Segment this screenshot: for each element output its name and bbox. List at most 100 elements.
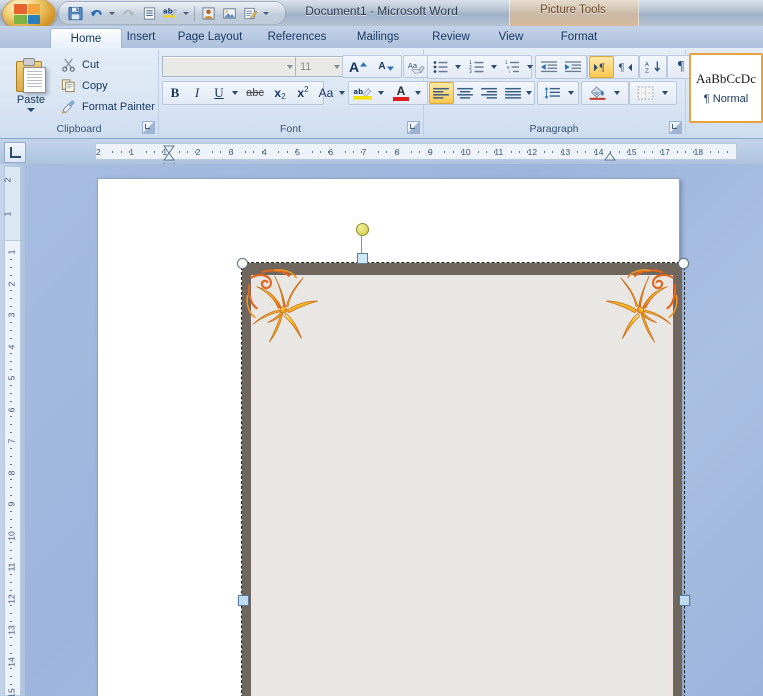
bullets-dropdown-icon[interactable] (451, 56, 464, 78)
ruler-minor-mark (178, 151, 180, 153)
ruler-minor-mark (319, 151, 321, 153)
contact-icon[interactable] (198, 4, 218, 23)
numbering-button[interactable]: 123 (465, 56, 489, 78)
right-indent-marker[interactable] (604, 148, 616, 161)
qat-customize-icon[interactable] (261, 4, 271, 23)
undo-icon[interactable] (86, 4, 106, 23)
document-canvas[interactable]: websiteedukasi.com (25, 164, 763, 696)
highlight-dropdown-icon[interactable] (374, 82, 387, 104)
italic-button[interactable]: I (186, 82, 208, 104)
font-name-dropdown-icon[interactable] (287, 64, 293, 69)
ruler-tick-label: 11 (494, 147, 504, 157)
font-color-button[interactable]: A (389, 82, 413, 104)
left-indent-marker[interactable] (163, 156, 175, 164)
office-button[interactable] (2, 0, 56, 26)
bullets-button[interactable] (429, 56, 453, 78)
ruler-tick-label: 10 (461, 147, 471, 157)
underline-dropdown-icon[interactable] (228, 82, 241, 104)
copy-button[interactable]: Copy (58, 76, 158, 96)
paste-dropdown-icon[interactable] (27, 108, 35, 112)
superscript-sup: 2 (304, 84, 309, 94)
subscript-button[interactable]: x2 (268, 82, 292, 104)
decorative-border-picture[interactable] (242, 263, 682, 696)
rotate-handle[interactable] (356, 223, 369, 236)
underline-button[interactable]: U (208, 82, 230, 104)
tab-references[interactable]: References (250, 26, 344, 48)
vertical-ruler-tick-label: 7 (6, 438, 17, 444)
vertical-ruler-tick-label: 8 (6, 470, 17, 475)
tab-page-layout[interactable]: Page Layout (160, 26, 260, 48)
picture-icon[interactable] (219, 4, 239, 23)
ruler-minor-mark (278, 151, 280, 153)
align-center-button[interactable] (453, 82, 478, 104)
resize-handle-middle-left[interactable] (238, 595, 249, 606)
vertical-ruler-minor-mark (10, 526, 12, 528)
document-icon[interactable] (139, 4, 159, 23)
borders-dropdown-icon[interactable] (658, 82, 671, 104)
tab-mailings[interactable]: Mailings (334, 26, 422, 48)
justify-dropdown-icon[interactable] (523, 82, 535, 104)
vertical-ruler-track[interactable]: 12345678910111213141516 (4, 240, 21, 696)
rotation-anchor-handle[interactable] (357, 253, 368, 264)
bold-button[interactable]: B (164, 82, 186, 104)
redo-icon[interactable] (118, 4, 138, 23)
tab-stop-selector[interactable] (4, 142, 26, 163)
shading-dropdown-icon[interactable] (610, 82, 623, 104)
align-right-button[interactable] (477, 82, 502, 104)
font-name-combo[interactable] (162, 56, 298, 77)
document-page[interactable]: websiteedukasi.com (97, 178, 690, 696)
ruler-tick-label: 13 (560, 147, 571, 157)
paste-button[interactable]: Paste (6, 54, 56, 130)
resize-handle-top-right[interactable] (678, 258, 689, 269)
shading-button[interactable] (583, 82, 611, 104)
spelling-dropdown-icon[interactable] (181, 4, 191, 23)
clipboard-dialog-launcher[interactable] (142, 121, 155, 134)
font-size-combo[interactable]: 11 (295, 56, 345, 77)
edit-list-icon[interactable] (240, 4, 260, 23)
vertical-ruler-minor-mark (10, 361, 12, 363)
line-spacing-dropdown-icon[interactable] (564, 82, 577, 104)
change-case-dropdown-icon[interactable] (335, 82, 348, 104)
tab-format[interactable]: Format (540, 26, 618, 48)
ruler-minor-mark (577, 151, 579, 153)
subscript-sub: 2 (281, 91, 286, 101)
font-group-label: Font (279, 123, 301, 135)
style-name-label: ¶ Normal (703, 93, 749, 105)
sort-button[interactable]: A Z (640, 56, 666, 78)
horizontal-ruler-track[interactable]: 2 1 1 2 3 4 5 6 7 8 9 10 11 12 13 14 15 17 18 (95, 143, 737, 160)
style-normal-button[interactable]: AaBbCcDc ¶ Normal (689, 53, 763, 123)
line-spacing-icon (544, 86, 560, 99)
resize-handle-middle-right[interactable] (679, 595, 690, 606)
multilevel-list-button[interactable]: 1ai (501, 56, 525, 78)
superscript-button[interactable]: x2 (291, 82, 315, 104)
numbering-dropdown-icon[interactable] (487, 56, 500, 78)
spelling-icon[interactable]: ab (160, 4, 180, 23)
shrink-font-button[interactable]: A (372, 56, 400, 77)
horizontal-ruler[interactable]: 2 1 1 2 3 4 5 6 7 8 9 10 11 12 13 14 15 17 18 (0, 139, 763, 165)
ruler-minor-mark (552, 151, 554, 153)
undo-dropdown-icon[interactable] (107, 4, 117, 23)
resize-handle-top-left[interactable] (237, 258, 248, 269)
format-painter-button[interactable]: Format Painter (58, 97, 161, 117)
vertical-ruler-tick-label: 6 (6, 407, 17, 412)
ruler-minor-mark (485, 151, 487, 153)
font-size-dropdown-icon[interactable] (334, 64, 340, 69)
ltr-text-direction-button[interactable]: ¶ (589, 56, 614, 78)
vertical-ruler[interactable]: 21 12345678910111213141516 (0, 164, 25, 696)
grow-font-button[interactable]: A (344, 56, 372, 77)
highlight-button[interactable]: ab (350, 82, 376, 104)
tab-view[interactable]: View (478, 26, 544, 48)
ruler-tick-label: 18 (693, 147, 704, 157)
decrease-indent-button[interactable] (537, 56, 562, 78)
rtl-text-direction-button[interactable]: ¶ (613, 56, 638, 78)
save-icon[interactable] (65, 4, 85, 23)
increase-indent-button[interactable] (561, 56, 586, 78)
line-spacing-button[interactable] (539, 82, 565, 104)
shrink-font-label: A (378, 61, 386, 72)
cut-button[interactable]: Cut (58, 55, 158, 75)
align-left-button[interactable] (429, 82, 454, 104)
paragraph-dialog-launcher[interactable] (669, 121, 682, 134)
borders-button[interactable] (631, 82, 659, 104)
font-dialog-launcher[interactable] (407, 121, 420, 134)
strikethrough-button[interactable]: abc (242, 82, 268, 104)
